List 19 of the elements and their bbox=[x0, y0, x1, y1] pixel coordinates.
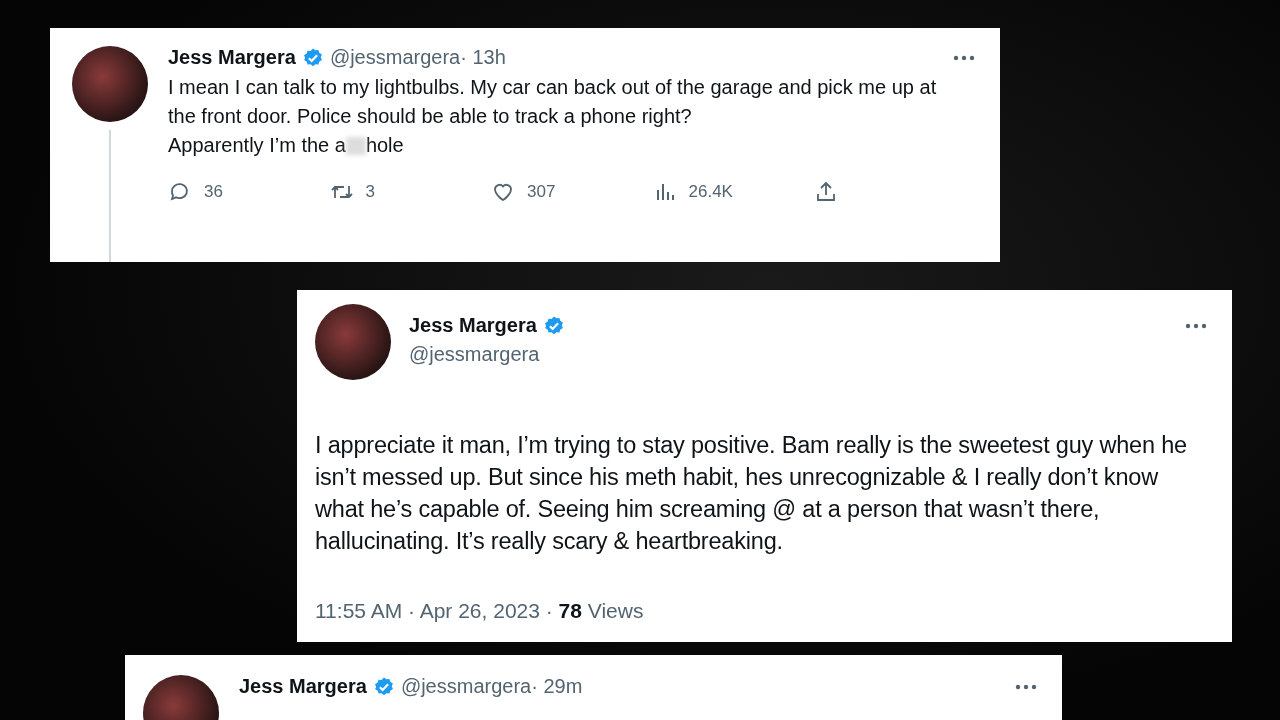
share-icon[interactable] bbox=[814, 180, 838, 204]
tweet-text: I mean I can talk to my lightbulbs. My car can back out of the garage and pick me up at the front door. Police should be able to track a phone right? bbox=[168, 75, 938, 129]
view-count: 26.4K bbox=[688, 182, 733, 202]
display-name[interactable]: Jess Margera bbox=[168, 46, 296, 69]
more-options-icon[interactable] bbox=[1014, 683, 1038, 691]
display-name[interactable]: Jess Margera bbox=[239, 675, 367, 698]
tweet-text: Apparently I’m the a bbox=[168, 133, 346, 158]
tweet-timestamp: 11:55 AM · Apr 26, 2023 · 78 Views bbox=[315, 598, 644, 624]
tweet-text: I appreciate it man, I’m trying to stay positive. Bam really is the sweetest guy when he isn’t messed up. But since his meth habit, hes unrecognizable & I really don’t know what he’s capable of. Seeing him screaming @ at a person that wasn’t there, hallucinating. It’s really scary & heartbreaking. bbox=[315, 431, 1188, 557]
more-options-icon[interactable] bbox=[952, 54, 976, 62]
tweet-text: hole bbox=[365, 133, 404, 158]
reply-count: 36 bbox=[204, 182, 223, 202]
user-handle[interactable]: @jessmargera· 29m bbox=[400, 675, 583, 698]
retweet-count: 3 bbox=[365, 182, 375, 202]
user-handle[interactable]: @jessmargera bbox=[409, 343, 565, 366]
more-options-icon[interactable] bbox=[1184, 322, 1208, 330]
like-count: 307 bbox=[527, 182, 556, 202]
user-handle[interactable]: @jessmargera· 13h bbox=[329, 46, 506, 69]
display-name[interactable]: Jess Margera bbox=[409, 314, 537, 337]
